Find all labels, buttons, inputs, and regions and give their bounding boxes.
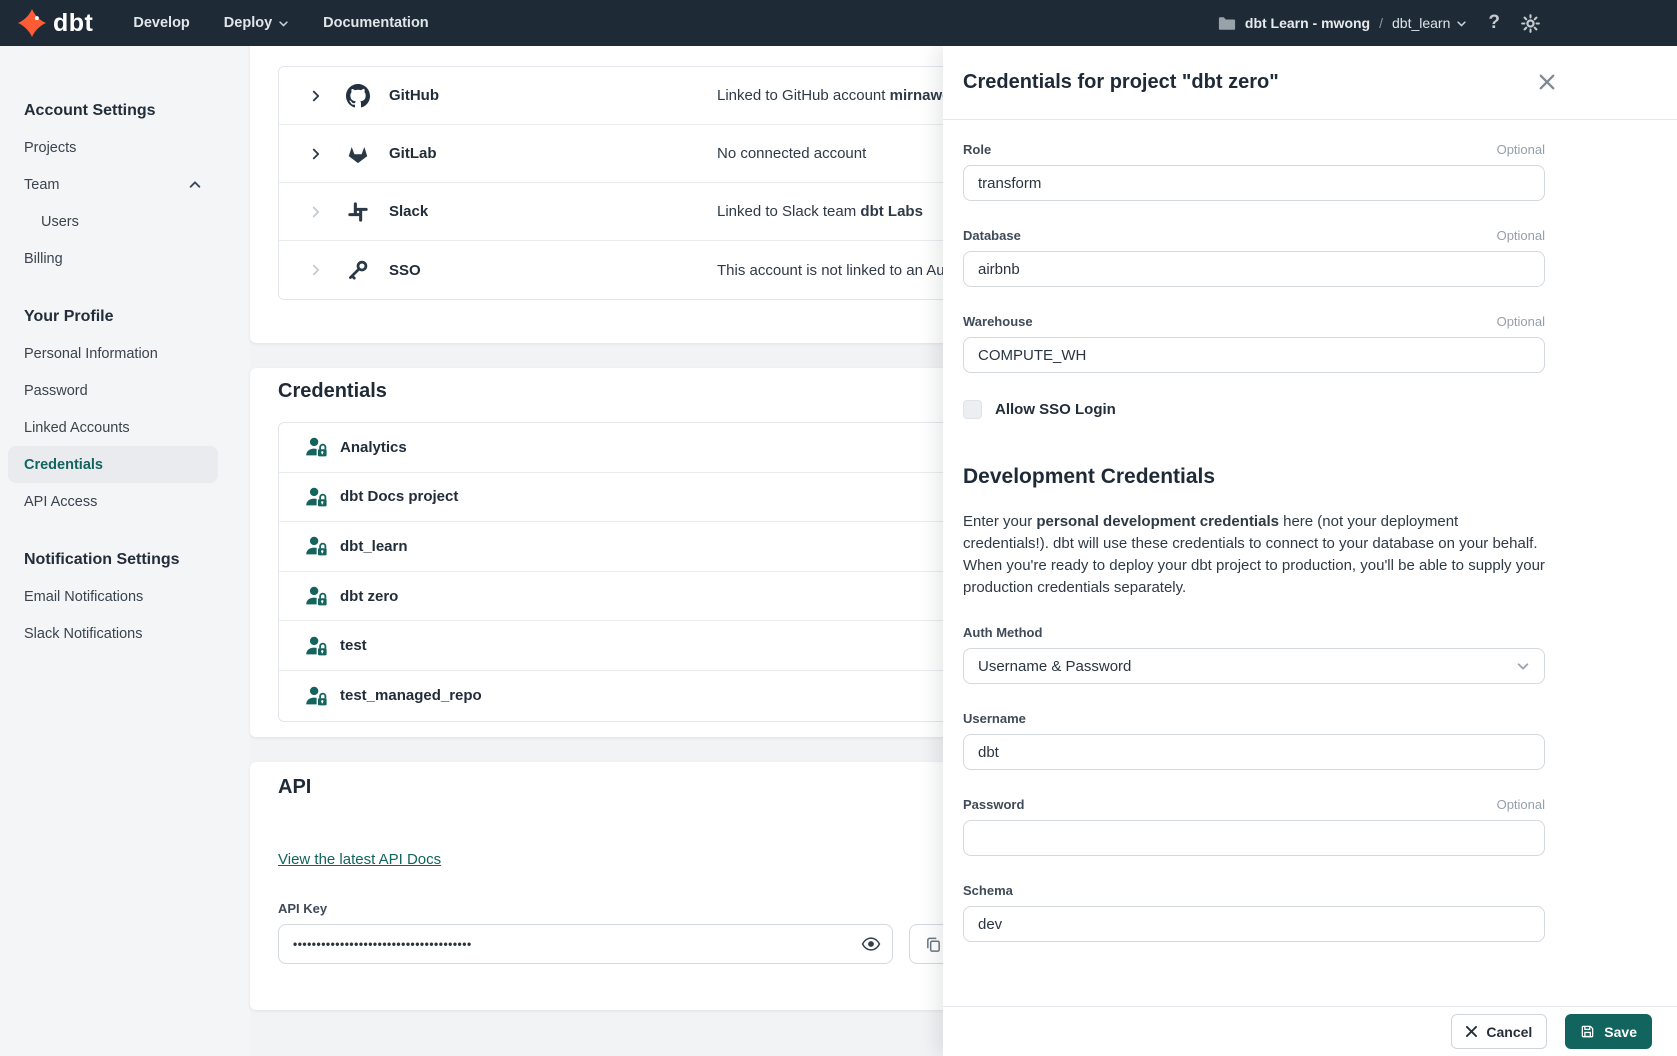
chevron-up-icon bbox=[188, 178, 202, 192]
chevron-right-icon[interactable] bbox=[309, 147, 323, 161]
panel-header: Credentials for project "dbt zero" bbox=[943, 46, 1677, 120]
brand-text: dbt bbox=[53, 9, 93, 38]
user-lock-icon bbox=[304, 584, 330, 608]
slack-icon bbox=[345, 201, 371, 223]
auth-method-select[interactable]: Username & Password bbox=[963, 648, 1545, 684]
api-docs-link[interactable]: View the latest API Docs bbox=[278, 851, 441, 868]
sidebar-heading-your-profile: Your Profile bbox=[24, 298, 218, 335]
copy-icon bbox=[925, 936, 942, 953]
sidebar-item-users[interactable]: Users bbox=[8, 203, 218, 240]
credentials-edit-panel: Credentials for project "dbt zero" Role … bbox=[943, 46, 1677, 1056]
password-label: Password bbox=[963, 797, 1024, 812]
linked-account-name: GitLab bbox=[389, 145, 437, 162]
user-lock-icon bbox=[304, 684, 330, 708]
sidebar-heading-account-settings: Account Settings bbox=[24, 92, 218, 129]
nav-develop[interactable]: Develop bbox=[133, 15, 189, 31]
gitlab-icon bbox=[345, 143, 371, 165]
chevron-down-icon bbox=[1456, 18, 1467, 29]
role-input[interactable] bbox=[963, 165, 1545, 201]
user-lock-icon bbox=[304, 435, 330, 459]
development-credentials-heading: Development Credentials bbox=[963, 465, 1545, 489]
auth-method-label: Auth Method bbox=[963, 625, 1042, 640]
schema-label: Schema bbox=[963, 883, 1013, 898]
chevron-right-icon[interactable] bbox=[309, 205, 323, 219]
dbt-logo-icon[interactable]: dbt bbox=[17, 8, 93, 38]
save-disk-icon bbox=[1580, 1024, 1595, 1039]
schema-input[interactable] bbox=[963, 906, 1545, 942]
sidebar-item-projects[interactable]: Projects bbox=[8, 129, 218, 166]
credential-project-name: Analytics bbox=[340, 439, 407, 456]
nav-deploy[interactable]: Deploy bbox=[224, 15, 289, 31]
breadcrumb-separator: / bbox=[1379, 15, 1383, 31]
x-icon bbox=[1466, 1026, 1477, 1037]
warehouse-label: Warehouse bbox=[963, 314, 1033, 329]
chevron-down-icon bbox=[1516, 659, 1530, 673]
close-panel-button[interactable] bbox=[1539, 74, 1555, 90]
linked-account-status: Linked to GitHub account mirnawong1 bbox=[717, 87, 978, 104]
chevron-right-icon[interactable] bbox=[309, 89, 323, 103]
sidebar-item-password[interactable]: Password bbox=[8, 372, 218, 409]
username-input[interactable] bbox=[963, 734, 1545, 770]
save-button[interactable]: Save bbox=[1565, 1014, 1652, 1049]
panel-footer: Cancel Save bbox=[943, 1006, 1677, 1056]
user-lock-icon bbox=[304, 534, 330, 558]
sidebar-item-api-access[interactable]: API Access bbox=[8, 483, 218, 520]
sidebar-heading-notification-settings: Notification Settings bbox=[24, 541, 218, 578]
project-name[interactable]: dbt_learn bbox=[1392, 15, 1467, 31]
sidebar-item-slack-notifications[interactable]: Slack Notifications bbox=[8, 615, 218, 652]
chevron-down-icon bbox=[278, 18, 289, 29]
allow-sso-label: Allow SSO Login bbox=[995, 401, 1116, 418]
username-label: Username bbox=[963, 711, 1026, 726]
sidebar-item-personal-information[interactable]: Personal Information bbox=[8, 335, 218, 372]
panel-body: Role Optional Database Optional Warehous… bbox=[943, 120, 1677, 1006]
role-label: Role bbox=[963, 142, 991, 157]
panel-title: Credentials for project "dbt zero" bbox=[963, 71, 1279, 94]
database-label: Database bbox=[963, 228, 1021, 243]
optional-badge: Optional bbox=[1497, 797, 1545, 812]
linked-account-name: SSO bbox=[389, 262, 421, 279]
linked-account-status: No connected account bbox=[717, 145, 866, 162]
eye-icon bbox=[861, 934, 881, 954]
cancel-button[interactable]: Cancel bbox=[1451, 1014, 1547, 1049]
close-icon bbox=[1539, 74, 1555, 90]
folder-icon bbox=[1218, 16, 1236, 31]
account-project-switcher[interactable]: dbt Learn - mwong / dbt_learn bbox=[1218, 15, 1468, 31]
user-lock-icon bbox=[304, 634, 330, 658]
key-icon bbox=[345, 259, 371, 281]
password-input[interactable] bbox=[963, 820, 1545, 856]
sidebar-item-team[interactable]: Team bbox=[8, 166, 218, 203]
account-name: dbt Learn - mwong bbox=[1245, 15, 1370, 31]
settings-sidebar: Account Settings Projects Team Users Bil… bbox=[0, 46, 250, 1056]
warehouse-input[interactable] bbox=[963, 337, 1545, 373]
reveal-api-key-button[interactable] bbox=[861, 934, 881, 954]
linked-account-status: Linked to Slack team dbt Labs bbox=[717, 203, 923, 220]
user-lock-icon bbox=[304, 485, 330, 509]
settings-gear-icon[interactable] bbox=[1521, 14, 1540, 33]
sidebar-item-billing[interactable]: Billing bbox=[8, 240, 218, 277]
credential-project-name: dbt_learn bbox=[340, 538, 408, 555]
sidebar-item-email-notifications[interactable]: Email Notifications bbox=[8, 578, 218, 615]
optional-badge: Optional bbox=[1497, 142, 1545, 157]
optional-badge: Optional bbox=[1497, 314, 1545, 329]
credential-project-name: test bbox=[340, 637, 367, 654]
linked-account-name: GitHub bbox=[389, 87, 439, 104]
credential-project-name: dbt Docs project bbox=[340, 488, 458, 505]
top-nav: dbt Develop Deploy Documentation dbt Lea… bbox=[0, 0, 1677, 46]
linked-account-name: Slack bbox=[389, 203, 428, 220]
help-icon[interactable]: ? bbox=[1488, 12, 1500, 34]
credential-project-name: test_managed_repo bbox=[340, 687, 482, 704]
credential-project-name: dbt zero bbox=[340, 588, 398, 605]
nav-documentation[interactable]: Documentation bbox=[323, 15, 429, 31]
database-input[interactable] bbox=[963, 251, 1545, 287]
sidebar-item-linked-accounts[interactable]: Linked Accounts bbox=[8, 409, 218, 446]
chevron-right-icon[interactable] bbox=[309, 263, 323, 277]
sidebar-item-credentials[interactable]: Credentials bbox=[8, 446, 218, 483]
development-credentials-description: Enter your personal development credenti… bbox=[963, 511, 1545, 599]
api-key-input[interactable] bbox=[278, 924, 893, 964]
allow-sso-checkbox[interactable] bbox=[963, 400, 982, 419]
github-icon bbox=[345, 84, 371, 108]
optional-badge: Optional bbox=[1497, 228, 1545, 243]
